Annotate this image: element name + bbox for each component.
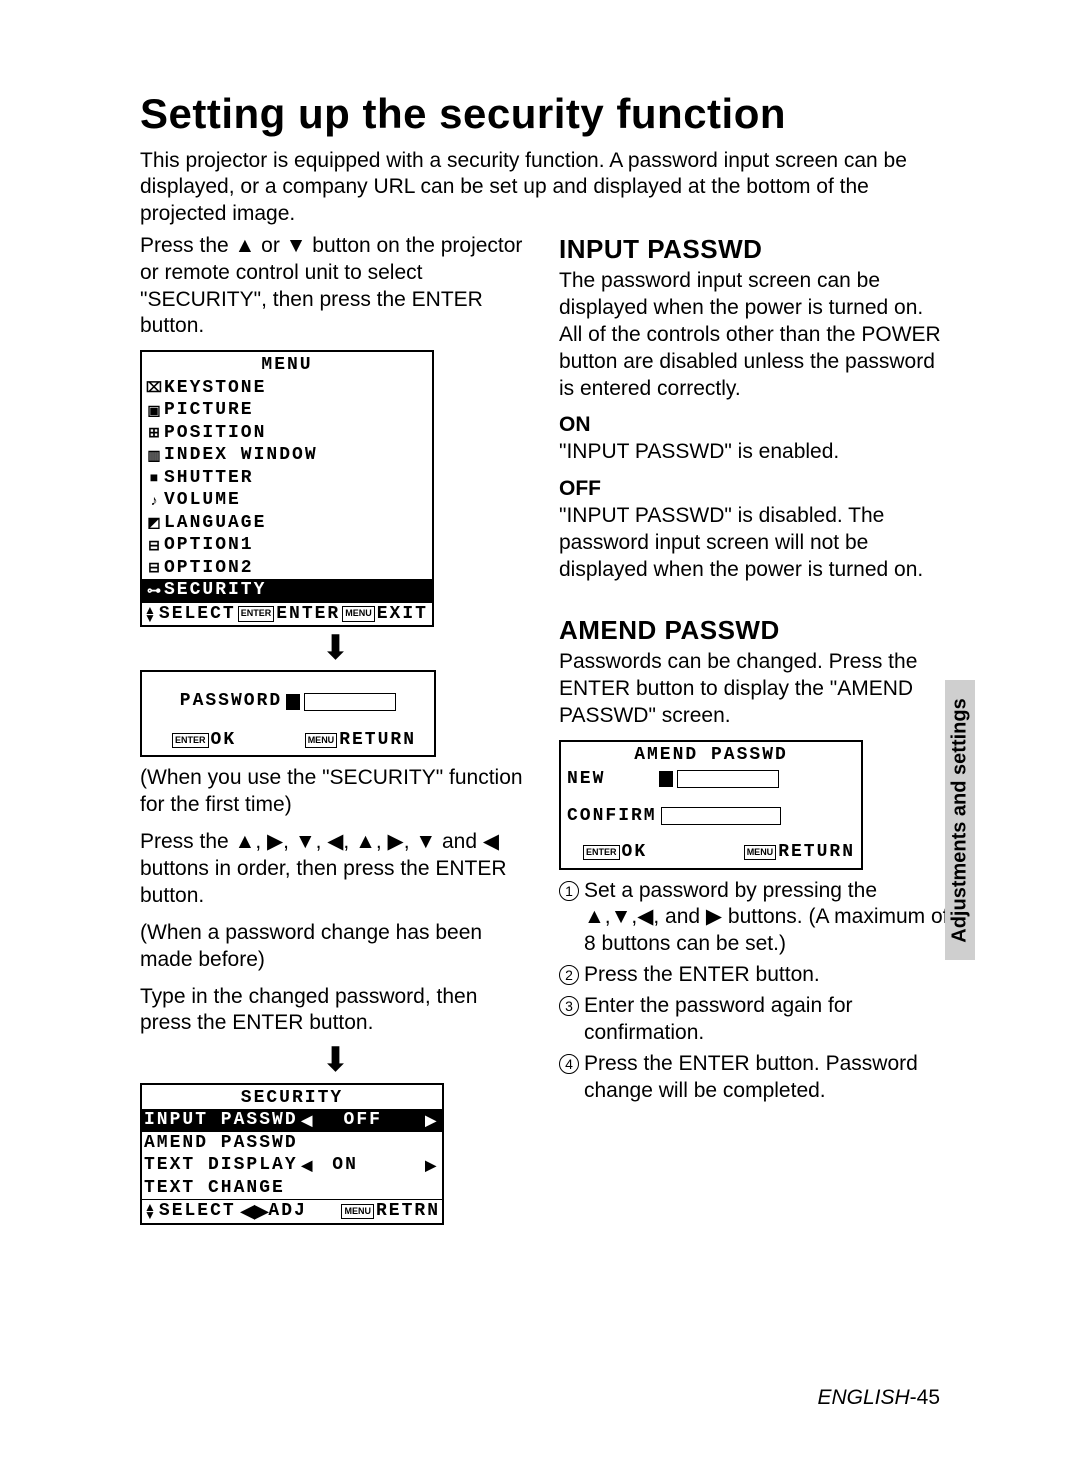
menu-item: KEYSTONE (164, 377, 266, 400)
return-label: RETURN (339, 729, 416, 752)
menu-item: OPTION1 (164, 534, 254, 557)
intro-text: This projector is equipped with a securi… (140, 148, 950, 227)
ok-label: OK (622, 841, 648, 864)
password-field (304, 693, 396, 711)
on-text: "INPUT PASSWD" is enabled. (559, 439, 950, 466)
enter-badge-icon: ENTER (172, 733, 209, 748)
footer-adj: ADJ (268, 1200, 306, 1223)
osd-password-box: PASSWORD ENTER OK MENU RETURN (140, 670, 436, 757)
first-time-note: (When you use the "SECURITY" function fo… (140, 765, 531, 819)
menu-item: OPTION2 (164, 557, 254, 580)
menu-badge-icon: MENU (342, 606, 375, 621)
off-text: "INPUT PASSWD" is disabled. The password… (559, 503, 950, 584)
page-title: Setting up the security function (140, 90, 950, 138)
updown-icon: ▲▼ (144, 1203, 156, 1220)
footer-select: SELECT (159, 603, 236, 626)
step-2: Press the ENTER button. (584, 962, 950, 989)
changed-note: (When a password change has been made be… (140, 920, 531, 974)
confirm-label: CONFIRM (567, 805, 657, 828)
sec-row-label: AMEND PASSWD (144, 1132, 298, 1155)
footer-lang: ENGLISH (817, 1386, 909, 1409)
right-column: INPUT PASSWD The password input screen c… (559, 233, 950, 1233)
amend-passwd-heading: AMEND PASSWD (559, 614, 950, 647)
return-label: RETURN (778, 841, 855, 864)
index-window-icon: ▥ (144, 447, 164, 465)
menu-item: POSITION (164, 422, 266, 445)
osd-amend-box: AMEND PASSWD NEW CONFIRM ENTER OK (559, 740, 863, 870)
cursor-icon (659, 771, 673, 787)
footer-select: SELECT (159, 1200, 236, 1223)
picture-icon: ▣ (144, 402, 164, 420)
enter-badge-icon: ENTER (238, 606, 275, 621)
menu-badge-icon: MENU (341, 1204, 374, 1219)
osd-main-menu: MENU ⌧KEYSTONE ▣PICTURE ⊞POSITION ▥INDEX… (140, 350, 434, 627)
sec-row-label: TEXT DISPLAY (144, 1154, 298, 1177)
language-icon: ◩ (144, 514, 164, 532)
arrow-down-icon: ⬇ (140, 1047, 531, 1074)
sec-row-label: INPUT PASSWD (144, 1109, 298, 1132)
footer-enter: ENTER (276, 603, 340, 626)
step-4: Press the ENTER button. Password change … (584, 1051, 950, 1105)
on-label: ON (559, 412, 950, 439)
menu-item: SHUTTER (164, 467, 254, 490)
step-2-icon: 2 (559, 965, 579, 985)
enter-badge-icon: ENTER (583, 845, 620, 860)
position-icon: ⊞ (144, 424, 164, 442)
confirm-pw-field (661, 807, 781, 825)
menu-item-selected: SECURITY (164, 579, 266, 602)
input-passwd-heading: INPUT PASSWD (559, 233, 950, 266)
menu-item: INDEX WINDOW (164, 444, 318, 467)
press-instruction: Press the ▲ or ▼ button on the projector… (140, 233, 531, 341)
osd-security-title: SECURITY (142, 1085, 442, 1110)
page-footer: ENGLISH-45 (817, 1386, 940, 1410)
option1-icon: ⊟ (144, 537, 164, 555)
shutter-icon: ■ (144, 469, 164, 487)
amend-title: AMEND PASSWD (561, 742, 861, 767)
first-time-seq: Press the ▲, ▶, ▼, ◀, ▲, ▶, ▼ and ◀ butt… (140, 829, 531, 910)
updown-icon: ▲▼ (144, 606, 156, 623)
sec-row-label: TEXT CHANGE (144, 1177, 285, 1200)
side-tab: Adjustments and settings (945, 680, 975, 960)
new-label: NEW (567, 768, 605, 791)
menu-item: VOLUME (164, 489, 241, 512)
menu-badge-icon: MENU (744, 845, 777, 860)
footer-exit: EXIT (377, 603, 428, 626)
leftright-icon: ◀▶ (236, 1200, 269, 1223)
off-label: OFF (559, 476, 950, 503)
side-tab-label: Adjustments and settings (949, 698, 972, 942)
keystone-icon: ⌧ (144, 379, 164, 397)
step-1-icon: 1 (559, 881, 579, 901)
security-icon: ⊶ (144, 582, 164, 600)
changed-seq: Type in the changed password, then press… (140, 984, 531, 1038)
new-pw-field (677, 770, 779, 788)
cursor-icon (286, 694, 300, 710)
menu-badge-icon: MENU (305, 733, 338, 748)
osd-security-menu: SECURITY INPUT PASSWD ◀ OFF ▶ AMEND PASS… (140, 1083, 444, 1225)
left-column: Press the ▲ or ▼ button on the projector… (140, 233, 531, 1233)
sec-row-value: OFF (344, 1109, 394, 1132)
step-3-icon: 3 (559, 996, 579, 1016)
amend-passwd-text: Passwords can be changed. Press the ENTE… (559, 649, 950, 730)
step-4-icon: 4 (559, 1054, 579, 1074)
sec-row-value: ON (332, 1154, 370, 1177)
password-label: PASSWORD (180, 690, 282, 713)
menu-item: LANGUAGE (164, 512, 266, 535)
option2-icon: ⊟ (144, 559, 164, 577)
footer-retrn: RETRN (376, 1200, 440, 1223)
menu-item: PICTURE (164, 399, 254, 422)
volume-icon: ♪ (144, 492, 164, 510)
step-1: Set a password by pressing the ▲,▼,◀, an… (584, 878, 950, 959)
arrow-down-icon: ⬇ (140, 635, 531, 662)
footer-page-num: -45 (910, 1386, 940, 1409)
input-passwd-text: The password input screen can be display… (559, 268, 950, 402)
ok-label: OK (211, 729, 237, 752)
osd-menu-title: MENU (142, 352, 432, 377)
step-3: Enter the password again for confirmatio… (584, 993, 950, 1047)
